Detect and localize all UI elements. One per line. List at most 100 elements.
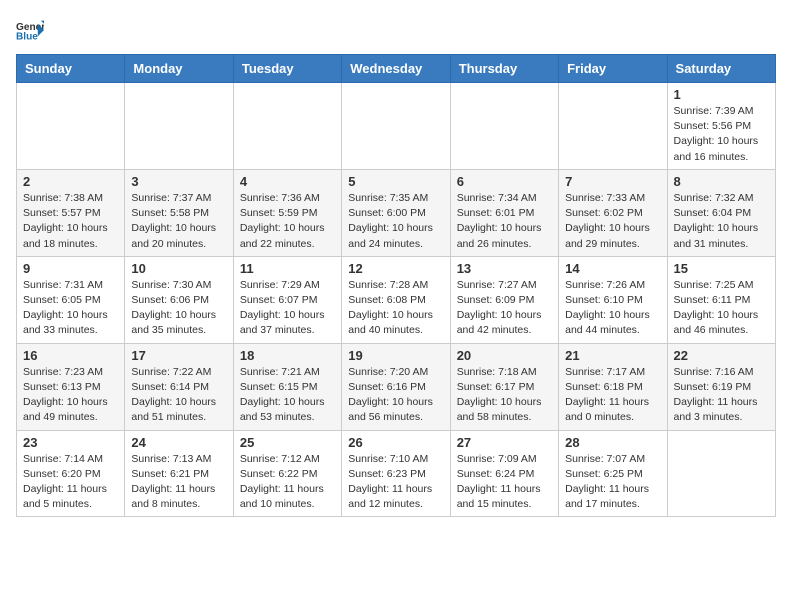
calendar-cell: 27 Sunrise: 7:09 AM Sunset: 6:24 PM Dayli… (450, 430, 558, 517)
day-info: Sunrise: 7:32 AM Sunset: 6:04 PM Dayligh… (674, 191, 769, 252)
day-info: Sunrise: 7:29 AM Sunset: 6:07 PM Dayligh… (240, 278, 335, 339)
calendar-cell: 1 Sunrise: 7:39 AM Sunset: 5:56 PM Daylig… (667, 83, 775, 170)
column-header-friday: Friday (559, 55, 667, 83)
day-number: 23 (23, 435, 118, 450)
day-number: 6 (457, 174, 552, 189)
day-info: Sunrise: 7:18 AM Sunset: 6:17 PM Dayligh… (457, 365, 552, 426)
day-info: Sunrise: 7:30 AM Sunset: 6:06 PM Dayligh… (131, 278, 226, 339)
calendar-cell: 6 Sunrise: 7:34 AM Sunset: 6:01 PM Daylig… (450, 169, 558, 256)
calendar-cell: 20 Sunrise: 7:18 AM Sunset: 6:17 PM Dayli… (450, 343, 558, 430)
calendar-week-row: 23 Sunrise: 7:14 AM Sunset: 6:20 PM Dayli… (17, 430, 776, 517)
day-number: 19 (348, 348, 443, 363)
calendar-cell: 25 Sunrise: 7:12 AM Sunset: 6:22 PM Dayli… (233, 430, 341, 517)
day-info: Sunrise: 7:21 AM Sunset: 6:15 PM Dayligh… (240, 365, 335, 426)
calendar-cell: 17 Sunrise: 7:22 AM Sunset: 6:14 PM Dayli… (125, 343, 233, 430)
day-number: 24 (131, 435, 226, 450)
day-number: 12 (348, 261, 443, 276)
calendar-cell: 2 Sunrise: 7:38 AM Sunset: 5:57 PM Daylig… (17, 169, 125, 256)
calendar-cell: 3 Sunrise: 7:37 AM Sunset: 5:58 PM Daylig… (125, 169, 233, 256)
day-info: Sunrise: 7:38 AM Sunset: 5:57 PM Dayligh… (23, 191, 118, 252)
calendar-cell (233, 83, 341, 170)
day-number: 17 (131, 348, 226, 363)
day-info: Sunrise: 7:14 AM Sunset: 6:20 PM Dayligh… (23, 452, 118, 513)
calendar-cell: 5 Sunrise: 7:35 AM Sunset: 6:00 PM Daylig… (342, 169, 450, 256)
calendar-cell: 11 Sunrise: 7:29 AM Sunset: 6:07 PM Dayli… (233, 256, 341, 343)
calendar-cell: 15Sunrise: 7:25 AM Sunset: 6:11 PM Dayli… (667, 256, 775, 343)
calendar-header-row: SundayMondayTuesdayWednesdayThursdayFrid… (17, 55, 776, 83)
calendar-week-row: 9 Sunrise: 7:31 AM Sunset: 6:05 PM Daylig… (17, 256, 776, 343)
day-info: Sunrise: 7:10 AM Sunset: 6:23 PM Dayligh… (348, 452, 443, 513)
day-info: Sunrise: 7:27 AM Sunset: 6:09 PM Dayligh… (457, 278, 552, 339)
day-number: 5 (348, 174, 443, 189)
calendar-cell (17, 83, 125, 170)
calendar: SundayMondayTuesdayWednesdayThursdayFrid… (16, 54, 776, 517)
calendar-cell: 16Sunrise: 7:23 AM Sunset: 6:13 PM Dayli… (17, 343, 125, 430)
calendar-cell: 19 Sunrise: 7:20 AM Sunset: 6:16 PM Dayli… (342, 343, 450, 430)
day-number: 20 (457, 348, 552, 363)
day-info: Sunrise: 7:07 AM Sunset: 6:25 PM Dayligh… (565, 452, 660, 513)
svg-text:Blue: Blue (16, 31, 38, 42)
day-info: Sunrise: 7:34 AM Sunset: 6:01 PM Dayligh… (457, 191, 552, 252)
column-header-wednesday: Wednesday (342, 55, 450, 83)
column-header-monday: Monday (125, 55, 233, 83)
day-info: Sunrise: 7:33 AM Sunset: 6:02 PM Dayligh… (565, 191, 660, 252)
day-number: 4 (240, 174, 335, 189)
day-info: Sunrise: 7:35 AM Sunset: 6:00 PM Dayligh… (348, 191, 443, 252)
calendar-cell (667, 430, 775, 517)
column-header-sunday: Sunday (17, 55, 125, 83)
day-number: 28 (565, 435, 660, 450)
calendar-week-row: 16Sunrise: 7:23 AM Sunset: 6:13 PM Dayli… (17, 343, 776, 430)
day-number: 9 (23, 261, 118, 276)
calendar-cell: 26 Sunrise: 7:10 AM Sunset: 6:23 PM Dayli… (342, 430, 450, 517)
day-info: Sunrise: 7:39 AM Sunset: 5:56 PM Dayligh… (674, 104, 769, 165)
calendar-cell: 7Sunrise: 7:33 AM Sunset: 6:02 PM Daylig… (559, 169, 667, 256)
calendar-cell: 23 Sunrise: 7:14 AM Sunset: 6:20 PM Dayli… (17, 430, 125, 517)
day-number: 26 (348, 435, 443, 450)
page-header: General Blue (16, 16, 776, 44)
calendar-cell (342, 83, 450, 170)
day-info: Sunrise: 7:23 AM Sunset: 6:13 PM Dayligh… (23, 365, 118, 426)
calendar-cell: 22 Sunrise: 7:16 AM Sunset: 6:19 PM Dayli… (667, 343, 775, 430)
day-number: 3 (131, 174, 226, 189)
day-info: Sunrise: 7:12 AM Sunset: 6:22 PM Dayligh… (240, 452, 335, 513)
calendar-cell: 18 Sunrise: 7:21 AM Sunset: 6:15 PM Dayli… (233, 343, 341, 430)
day-info: Sunrise: 7:22 AM Sunset: 6:14 PM Dayligh… (131, 365, 226, 426)
day-number: 22 (674, 348, 769, 363)
day-info: Sunrise: 7:13 AM Sunset: 6:21 PM Dayligh… (131, 452, 226, 513)
day-info: Sunrise: 7:28 AM Sunset: 6:08 PM Dayligh… (348, 278, 443, 339)
day-info: Sunrise: 7:17 AM Sunset: 6:18 PM Dayligh… (565, 365, 660, 426)
day-info: Sunrise: 7:26 AM Sunset: 6:10 PM Dayligh… (565, 278, 660, 339)
day-info: Sunrise: 7:09 AM Sunset: 6:24 PM Dayligh… (457, 452, 552, 513)
day-info: Sunrise: 7:31 AM Sunset: 6:05 PM Dayligh… (23, 278, 118, 339)
day-info: Sunrise: 7:20 AM Sunset: 6:16 PM Dayligh… (348, 365, 443, 426)
day-number: 11 (240, 261, 335, 276)
calendar-cell (559, 83, 667, 170)
day-info: Sunrise: 7:37 AM Sunset: 5:58 PM Dayligh… (131, 191, 226, 252)
day-number: 21 (565, 348, 660, 363)
day-number: 8 (674, 174, 769, 189)
column-header-tuesday: Tuesday (233, 55, 341, 83)
logo: General Blue (16, 16, 48, 44)
column-header-thursday: Thursday (450, 55, 558, 83)
calendar-week-row: 1 Sunrise: 7:39 AM Sunset: 5:56 PM Daylig… (17, 83, 776, 170)
day-number: 25 (240, 435, 335, 450)
day-number: 1 (674, 87, 769, 102)
day-number: 10 (131, 261, 226, 276)
calendar-cell: 14 Sunrise: 7:26 AM Sunset: 6:10 PM Dayli… (559, 256, 667, 343)
calendar-cell: 4 Sunrise: 7:36 AM Sunset: 5:59 PM Daylig… (233, 169, 341, 256)
day-info: Sunrise: 7:16 AM Sunset: 6:19 PM Dayligh… (674, 365, 769, 426)
day-number: 27 (457, 435, 552, 450)
calendar-cell: 9 Sunrise: 7:31 AM Sunset: 6:05 PM Daylig… (17, 256, 125, 343)
day-info: Sunrise: 7:25 AM Sunset: 6:11 PM Dayligh… (674, 278, 769, 339)
day-number: 2 (23, 174, 118, 189)
day-number: 13 (457, 261, 552, 276)
calendar-cell: 21 Sunrise: 7:17 AM Sunset: 6:18 PM Dayli… (559, 343, 667, 430)
day-number: 18 (240, 348, 335, 363)
logo-icon: General Blue (16, 16, 44, 44)
day-number: 14 (565, 261, 660, 276)
calendar-cell (450, 83, 558, 170)
day-info: Sunrise: 7:36 AM Sunset: 5:59 PM Dayligh… (240, 191, 335, 252)
calendar-cell: 24 Sunrise: 7:13 AM Sunset: 6:21 PM Dayli… (125, 430, 233, 517)
calendar-cell: 12 Sunrise: 7:28 AM Sunset: 6:08 PM Dayli… (342, 256, 450, 343)
calendar-week-row: 2 Sunrise: 7:38 AM Sunset: 5:57 PM Daylig… (17, 169, 776, 256)
